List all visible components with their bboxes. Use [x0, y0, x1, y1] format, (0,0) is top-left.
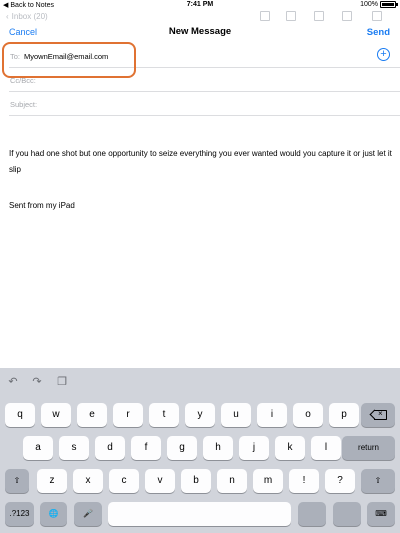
background-inbox: ‹ Inbox (20): [6, 12, 48, 21]
space-bar[interactable]: [108, 502, 291, 526]
numbers-key-right-2[interactable]: [333, 502, 361, 526]
key-k[interactable]: k: [275, 436, 305, 460]
key-x[interactable]: x: [73, 469, 103, 493]
key-u[interactable]: u: [221, 403, 251, 427]
key-f[interactable]: f: [131, 436, 161, 460]
key-p[interactable]: p: [329, 403, 359, 427]
shift-key-left[interactable]: ⇧: [5, 469, 29, 493]
microphone-icon: 🎤: [83, 509, 93, 518]
key-e[interactable]: e: [77, 403, 107, 427]
key-c[interactable]: c: [109, 469, 139, 493]
key-g[interactable]: g: [167, 436, 197, 460]
subject-label: Subject:: [10, 100, 38, 109]
status-right: 100%: [360, 1, 398, 8]
key-z[interactable]: z: [37, 469, 67, 493]
redo-icon[interactable]: ↷: [30, 376, 44, 388]
key-o[interactable]: o: [293, 403, 323, 427]
key-m[interactable]: m: [253, 469, 283, 493]
back-chevron-icon: ‹: [6, 12, 9, 21]
key-w[interactable]: w: [41, 403, 71, 427]
key-a[interactable]: a: [23, 436, 53, 460]
key-v[interactable]: v: [145, 469, 175, 493]
status-bar: ◀ Back to Notes 7:41 PM 100%: [0, 0, 400, 10]
trash-icon: [314, 11, 324, 21]
backspace-key[interactable]: ×: [361, 403, 395, 427]
key-i[interactable]: i: [257, 403, 287, 427]
key-j[interactable]: j: [239, 436, 269, 460]
keyboard-dismiss-icon: ⌨: [375, 509, 387, 518]
compose-nav-bar: Cancel New Message Send: [0, 22, 400, 44]
add-contact-icon[interactable]: +: [377, 48, 390, 61]
key-h[interactable]: h: [203, 436, 233, 460]
to-field-highlight: [2, 42, 136, 78]
battery-percent: 100%: [360, 1, 378, 8]
undo-icon[interactable]: ↶: [6, 376, 20, 388]
background-inbox-label: Inbox (20): [11, 12, 48, 21]
flag-icon: [260, 11, 270, 21]
key-d[interactable]: d: [95, 436, 125, 460]
message-body[interactable]: If you had one shot but one opportunity …: [9, 146, 393, 178]
shift-key-right[interactable]: ⇧: [361, 469, 395, 493]
key-t[interactable]: t: [149, 403, 179, 427]
dictation-key[interactable]: 🎤: [74, 502, 102, 526]
key-question[interactable]: ?: [325, 469, 355, 493]
globe-key[interactable]: 🌐: [40, 502, 67, 526]
key-l[interactable]: l: [311, 436, 341, 460]
signature[interactable]: Sent from my iPad: [9, 201, 75, 210]
keyboard-toolbar: ↶ ↷ ❐: [0, 368, 400, 394]
numbers-key[interactable]: .?123: [5, 502, 34, 526]
reply-icon: [342, 11, 352, 21]
send-button[interactable]: Send: [367, 27, 390, 38]
numbers-key-right[interactable]: [298, 502, 326, 526]
key-q[interactable]: q: [5, 403, 35, 427]
compose-title: New Message: [168, 26, 232, 37]
key-r[interactable]: r: [113, 403, 143, 427]
globe-icon: 🌐: [48, 509, 59, 518]
compose-icon: [372, 11, 382, 21]
paste-icon[interactable]: ❐: [55, 376, 69, 388]
key-y[interactable]: y: [185, 403, 215, 427]
battery-icon: [380, 1, 398, 8]
keyboard: ↶ ↷ ❐ qwertyuiop × asdfghjkl return ⇧ zx…: [0, 368, 400, 533]
key-b[interactable]: b: [181, 469, 211, 493]
key-s[interactable]: s: [59, 436, 89, 460]
backspace-icon: ×: [370, 409, 387, 420]
status-time: 7:41 PM: [186, 1, 214, 8]
folder-icon: [286, 11, 296, 21]
key-exclamation[interactable]: !: [289, 469, 319, 493]
dismiss-keyboard-key[interactable]: ⌨: [367, 502, 395, 526]
key-n[interactable]: n: [217, 469, 247, 493]
subject-field[interactable]: Subject:: [9, 92, 400, 116]
return-key[interactable]: return: [342, 436, 395, 460]
